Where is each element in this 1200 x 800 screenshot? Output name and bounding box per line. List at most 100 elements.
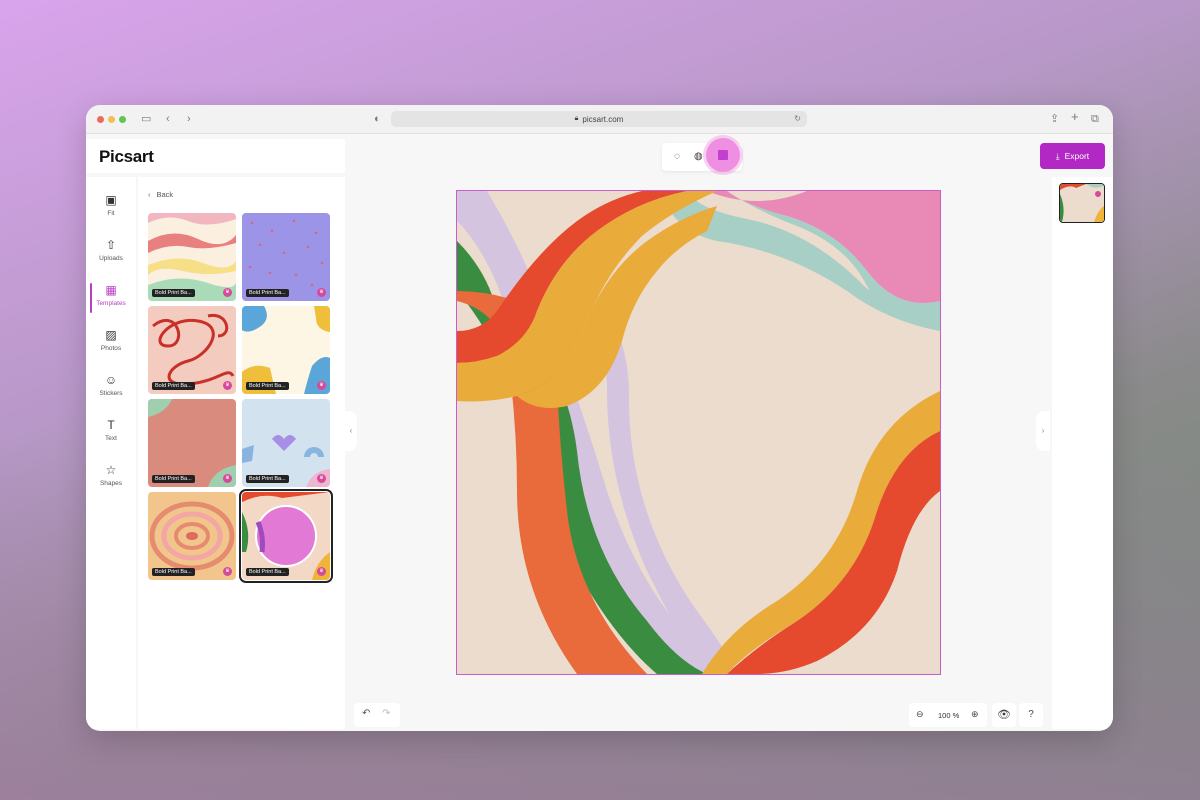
template-tag: Bold Print Ba... (246, 475, 289, 483)
maximize-window-button[interactable] (119, 116, 126, 123)
stickers-icon: ☺ (104, 373, 118, 387)
template-tag: Bold Print Ba... (152, 568, 195, 576)
template-thumbnail[interactable]: Bold Print Ba... ♛ (242, 306, 330, 394)
url-text: picsart.com (582, 114, 624, 124)
template-tag: Bold Print Ba... (246, 289, 289, 297)
zoom-out-icon[interactable]: ⊖ (916, 709, 924, 720)
crown-icon: ♛ (223, 288, 232, 297)
pages-panel (1052, 177, 1113, 729)
zoom-controls: ⊖ 100 % ⊕ (909, 703, 987, 727)
star-icon: ☆ (105, 463, 117, 477)
collapse-pages-button[interactable]: › (1036, 411, 1050, 451)
preview-icon[interactable]: 👁︎ (992, 703, 1016, 727)
undo-icon[interactable]: ↶ (362, 708, 370, 719)
sidebar-item-label: Fit (107, 210, 115, 217)
templates-panel: ‹ Back Bold Print Ba... ♛ Bold Print Ba..… (138, 177, 345, 729)
texture-tool-button[interactable] (706, 138, 740, 172)
template-preview (242, 306, 330, 394)
template-preview (148, 213, 236, 301)
new-tab-icon[interactable]: + (1071, 110, 1079, 123)
template-tag: Bold Print Ba... (246, 382, 289, 390)
template-tag: Bold Print Ba... (152, 382, 195, 390)
address-bar[interactable]: 🔒︎ picsart.com ↻ (391, 111, 807, 127)
crown-icon: ♛ (223, 381, 232, 390)
droplet-icon[interactable]: ◌ (674, 151, 680, 162)
sidebar-item-label: Photos (100, 345, 122, 352)
crown-icon: ♛ (223, 474, 232, 483)
template-preview (242, 435, 330, 487)
sidebar-item-fit[interactable]: ▣ Fit (86, 191, 136, 231)
browser-titlebar: ▭ ‹ › ◐ 🔒︎ picsart.com ↻ ⇪ + ⧉ (86, 105, 1113, 134)
sidebar-item-label: Shapes (99, 480, 123, 487)
template-preview (149, 501, 235, 571)
template-preview (248, 219, 324, 287)
canvas-artwork (457, 191, 940, 674)
history-controls: ↶ ↷ (354, 703, 400, 727)
templates-icon: ▦ (105, 283, 117, 297)
crown-icon: ♛ (223, 567, 232, 576)
redo-icon[interactable]: ↷ (382, 708, 390, 719)
page-thumbnail[interactable] (1059, 183, 1105, 223)
photos-icon: ▨ (105, 328, 117, 342)
design-canvas[interactable] (456, 190, 941, 675)
zoom-in-icon[interactable]: ⊕ (971, 709, 979, 720)
close-window-button[interactable] (97, 116, 104, 123)
minimize-window-button[interactable] (108, 116, 115, 123)
template-tag: Bold Print Ba... (246, 568, 289, 576)
download-icon: ⤓ (1055, 150, 1060, 161)
texture-icon (718, 150, 728, 160)
sidebar-item-label: Templates (96, 300, 126, 307)
sidebar-item-templates[interactable]: ▦ Templates (86, 281, 136, 321)
export-button[interactable]: ⤓ Export (1040, 143, 1105, 169)
sidebar-item-label: Stickers (99, 390, 123, 397)
template-thumbnail[interactable]: Bold Print Ba... ♛ (148, 213, 236, 301)
upload-icon: ⇧ (105, 238, 117, 252)
shield-icon[interactable]: ◐ (374, 113, 381, 125)
zoom-level[interactable]: 100 % (938, 711, 959, 720)
crown-icon: ♛ (317, 288, 326, 297)
sidebar-item-text[interactable]: T Text (86, 416, 136, 456)
template-tag: Bold Print Ba... (152, 475, 195, 483)
back-nav-icon[interactable]: ‹ (166, 113, 170, 125)
template-tag: Bold Print Ba... (152, 289, 195, 297)
chevron-right-icon: › (1041, 426, 1045, 435)
help-chat-icon[interactable]: ? (1019, 703, 1043, 727)
template-thumbnail-selected[interactable]: Bold Print Ba... ♛ (239, 489, 333, 583)
sidebar-toggle-icon[interactable]: ▭ (141, 113, 151, 125)
fit-icon: ▣ (105, 193, 117, 207)
forward-nav-icon[interactable]: › (187, 113, 191, 125)
crown-icon: ♛ (317, 474, 326, 483)
export-label: Export (1064, 151, 1090, 161)
crown-icon: ♛ (317, 567, 326, 576)
template-thumbnail[interactable]: Bold Print Ba... ♛ (148, 492, 236, 580)
tool-sidebar: ▣ Fit ⇧ Uploads ▦ Templates ▨ Photos ☺ S… (86, 177, 136, 729)
template-thumbnail[interactable]: Bold Print Ba... ♛ (242, 399, 330, 487)
text-icon: T (107, 418, 115, 432)
collapse-panel-button[interactable]: ‹ (345, 411, 357, 451)
chevron-left-icon: ‹ (148, 190, 151, 199)
logo-area: Picsart (86, 139, 345, 173)
fill-icon[interactable]: ◍ (694, 151, 703, 162)
sidebar-item-uploads[interactable]: ⇧ Uploads (86, 236, 136, 276)
back-button[interactable]: ‹ Back (148, 190, 173, 199)
sidebar-item-photos[interactable]: ▨ Photos (86, 326, 136, 366)
browser-window: ▭ ‹ › ◐ 🔒︎ picsart.com ↻ ⇪ + ⧉ Picsart ▣… (86, 105, 1113, 731)
template-thumbnail[interactable]: Bold Print Ba... ♛ (242, 213, 330, 301)
template-thumbnail[interactable]: Bold Print Ba... ♛ (148, 399, 236, 487)
template-preview (242, 492, 330, 580)
lock-icon: 🔒︎ (574, 115, 579, 122)
reload-icon[interactable]: ↻ (794, 114, 801, 123)
page-preview (1060, 184, 1104, 222)
picsart-logo[interactable]: Picsart (99, 147, 154, 167)
template-preview (152, 313, 235, 386)
sidebar-item-label: Uploads (99, 255, 123, 262)
template-thumbnail[interactable]: Bold Print Ba... ♛ (148, 306, 236, 394)
crown-icon: ♛ (317, 381, 326, 390)
sidebar-item-label: Text (105, 435, 117, 442)
chevron-left-icon: ‹ (349, 426, 353, 435)
sidebar-item-shapes[interactable]: ☆ Shapes (86, 461, 136, 501)
sidebar-item-stickers[interactable]: ☺ Stickers (86, 371, 136, 411)
template-preview (148, 399, 236, 487)
tabs-overview-icon[interactable]: ⧉ (1091, 113, 1099, 125)
share-icon[interactable]: ⇪ (1050, 113, 1059, 125)
